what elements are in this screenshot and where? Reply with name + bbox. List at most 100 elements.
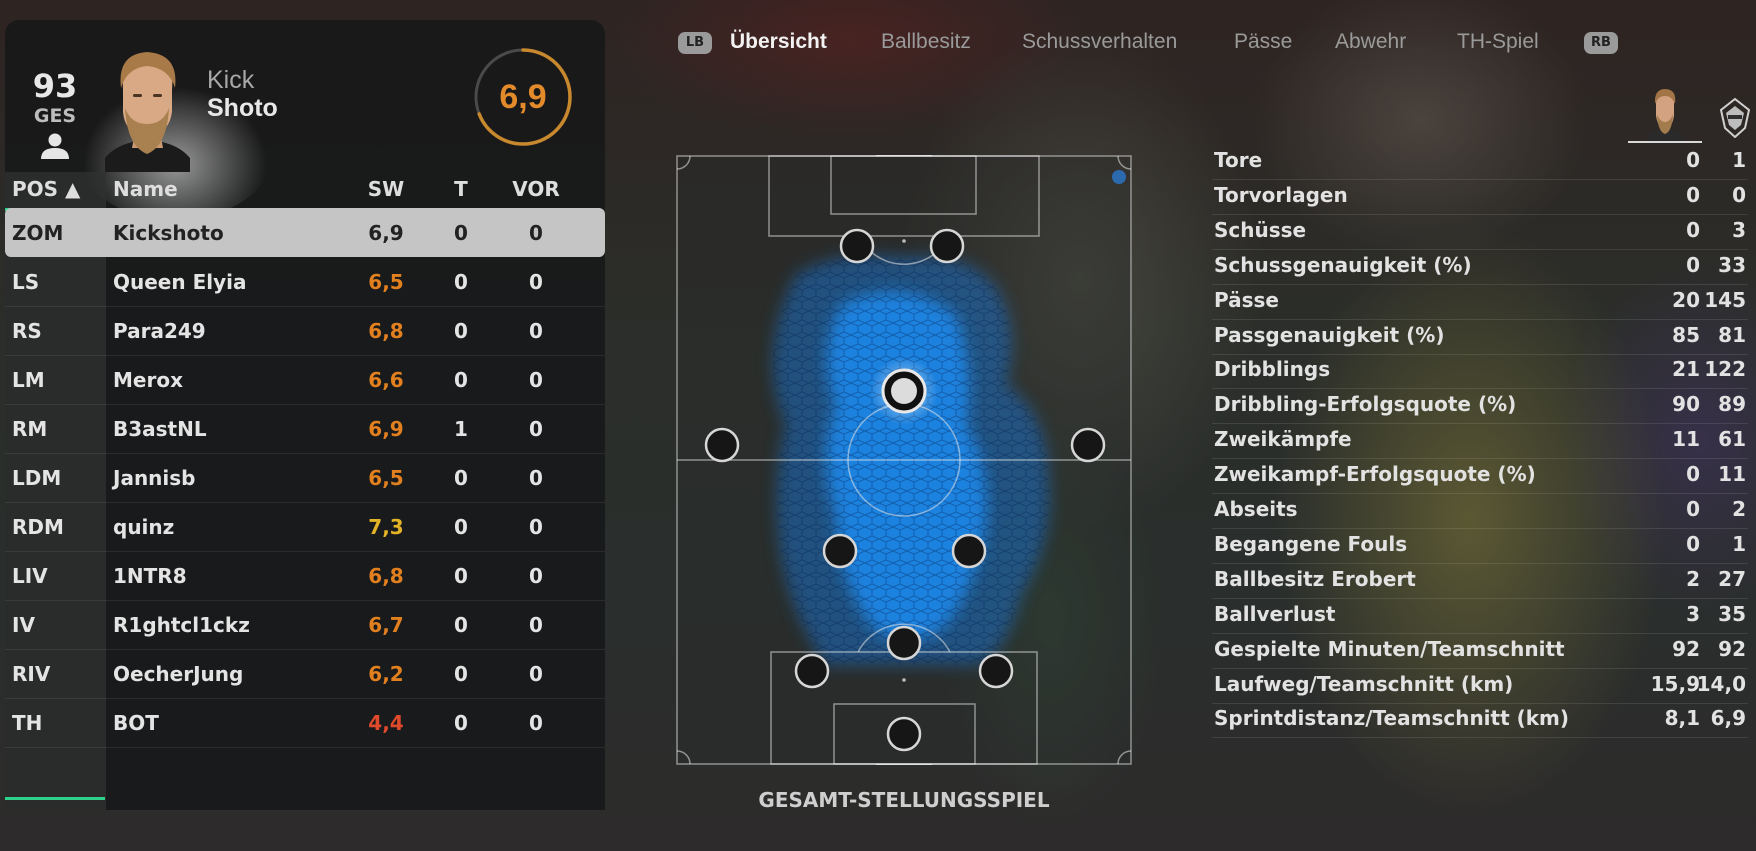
stat-player-value: 0 [1686,462,1700,487]
row-goals: 0 [454,221,468,245]
table-row[interactable]: LIV 1NTR8 6,8 0 0 [5,551,605,601]
row-player-name: 1NTR8 [113,564,187,588]
row-goals: 0 [454,662,468,686]
row-position: RS [12,319,42,343]
column-header-name[interactable]: Name [113,177,178,201]
stat-team-value: 122 [1704,357,1746,382]
column-header-t[interactable]: T [446,177,476,201]
stat-label: Tore [1214,148,1263,172]
player-marker [839,228,875,264]
tab-schussverhalten[interactable]: Schussverhalten [1022,30,1177,54]
stat-team-value: 1 [1732,148,1746,172]
player-marker [794,653,830,689]
pitch-caption: GESAMT-STELLUNGSSPIEL [758,788,1050,812]
selected-player-marker-core [891,378,917,404]
row-position: RIV [12,662,51,686]
stat-player-value: 8,1 [1664,706,1700,731]
player-marker [704,427,740,463]
row-match-rating: 6,9 [368,221,404,245]
table-row[interactable]: RM B3astNL 6,9 1 0 [5,404,605,454]
player-marker [951,533,987,569]
row-player-name: Queen Elyia [113,270,247,294]
column-header-pos[interactable]: POS ▲ [12,177,80,201]
stat-player-value: 0 [1686,182,1700,207]
stat-team-value: 6,9 [1710,706,1746,731]
tab-paesse[interactable]: Pässe [1234,30,1292,54]
stat-label: Passgenauigkeit (%) [1214,322,1445,347]
row-goals: 0 [454,270,468,294]
stat-team-value: 14,0 [1696,671,1746,696]
stat-player-value: 0 [1686,531,1700,556]
stat-label: Pässe [1214,287,1279,312]
stat-team-value: 89 [1718,392,1746,417]
stat-team-value: 92 [1718,636,1746,661]
row-position: LDM [12,466,62,490]
stat-team-value: 33 [1718,252,1746,277]
tab-ballbesitz[interactable]: Ballbesitz [881,30,971,54]
stat-player-value: 15,9 [1650,671,1700,696]
row-assists: 0 [529,319,543,343]
player-first-name: Kick [207,66,255,94]
player-column-avatar [1648,89,1682,143]
stat-player-value: 20 [1672,287,1700,312]
stat-label: Zweikämpfe [1214,427,1352,452]
table-header: POS ▲ Name SW T VOR [5,172,605,208]
stat-label: Zweikampf-Erfolgsquote (%) [1214,462,1536,487]
row-goals: 0 [454,613,468,637]
stat-player-value: 0 [1686,497,1700,521]
stat-label: Sprintdistanz/Teamschnitt (km) [1214,706,1570,731]
row-player-name: OecherJung [113,662,244,686]
row-match-rating: 7,3 [368,515,404,539]
table-row-selected[interactable]: ZOM Kickshoto 6,9 0 0 [5,208,605,257]
table-row[interactable]: RS Para249 6,8 0 0 [5,306,605,356]
tab-uebersicht[interactable]: Übersicht [730,30,827,54]
person-icon [41,133,69,159]
table-row[interactable]: IV R1ghtcl1ckz 6,7 0 0 [5,600,605,650]
tab-th-spiel[interactable]: TH-Spiel [1457,30,1539,54]
stat-team-value: 61 [1718,427,1746,452]
row-position: LS [12,270,40,294]
table-row[interactable]: TH BOT 4,4 0 0 [5,698,605,748]
stat-label: Schussgenauigkeit (%) [1214,252,1472,277]
stat-label: Ballbesitz Erobert [1214,566,1416,591]
player-marker [886,625,922,661]
table-row[interactable]: LM Merox 6,6 0 0 [5,355,605,405]
row-position: RM [12,417,48,441]
tab-abwehr[interactable]: Abwehr [1335,30,1406,54]
row-assists: 0 [529,711,543,735]
table-row[interactable]: LDM Jannisb 6,5 0 0 [5,453,605,503]
table-row[interactable]: LS Queen Elyia 6,5 0 0 [5,257,605,307]
rb-button-icon[interactable]: RB [1584,32,1618,54]
player-marker [886,716,922,752]
row-assists: 0 [529,417,543,441]
stat-player-value: 92 [1672,636,1700,661]
stat-team-value: 145 [1704,287,1746,312]
row-position: ZOM [12,221,64,245]
row-goals: 0 [454,515,468,539]
stat-player-value: 0 [1686,148,1700,172]
stats-tab-bar: LB Übersicht Ballbesitz Schussverhalten … [678,26,1618,66]
match-rating-value: 6,9 [499,78,547,116]
column-header-sw[interactable]: SW [361,177,411,201]
lb-button-icon[interactable]: LB [678,32,712,54]
positioning-heatmap-pitch [676,155,1132,765]
row-assists: 0 [529,270,543,294]
stat-player-value: 0 [1686,217,1700,242]
row-goals: 0 [454,466,468,490]
player-avatar [105,52,190,172]
stat-label: Laufweg/Teamschnitt (km) [1214,671,1514,696]
table-row[interactable]: RDM quinz 7,3 0 0 [5,502,605,552]
player-marker [1070,427,1106,463]
squad-panel: 93 GES Kick Shoto 6,9 POS ▲ Name SW T VO… [5,20,605,810]
column-header-vor[interactable]: VOR [501,177,571,201]
row-assists: 0 [529,515,543,539]
player-marker [822,533,858,569]
player-last-name: Shoto [207,94,278,122]
stat-label: Gespielte Minuten/Teamschnitt [1214,636,1565,661]
row-player-name: Kickshoto [113,221,224,245]
stat-team-value: 0 [1732,182,1746,207]
overall-label: GES [33,105,77,127]
row-player-name: B3astNL [113,417,207,441]
stat-player-value: 85 [1672,322,1700,347]
table-row[interactable]: RIV OecherJung 6,2 0 0 [5,649,605,699]
